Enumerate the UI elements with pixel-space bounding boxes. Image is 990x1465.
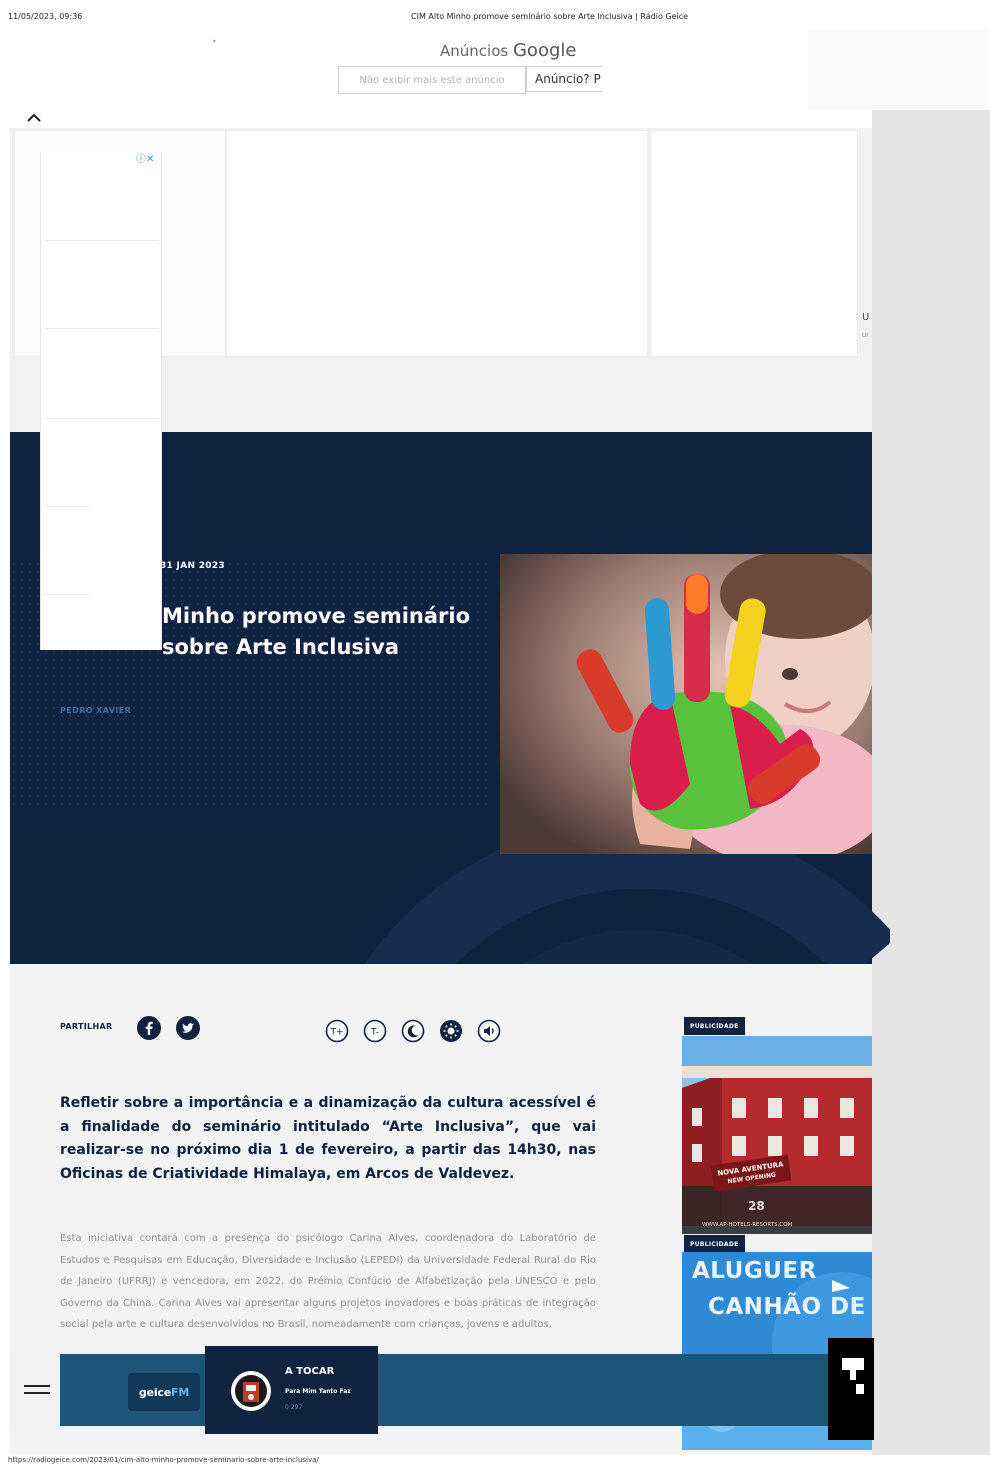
ad-side-subtext: Ur	[862, 332, 869, 339]
google-ads-label: Anúncios Google	[440, 40, 577, 61]
facebook-share-icon[interactable]	[137, 1016, 161, 1040]
album-art	[231, 1371, 271, 1411]
font-decrease-icon[interactable]: T-	[363, 1019, 387, 1043]
logo-fm: FM	[171, 1385, 190, 1399]
print-page-title: CIM Alto Minho promove seminário sobre A…	[411, 12, 689, 21]
article-author[interactable]: PEDRO XAVIER	[60, 706, 131, 715]
ad-why-button[interactable]: Anúncio? P	[526, 66, 602, 92]
article-date: 31 JAN 2023	[160, 561, 225, 571]
top-ad-side	[808, 30, 988, 110]
contrast-icon[interactable]	[439, 1019, 463, 1043]
article-body: Esta iniciativa contará com a presença d…	[60, 1233, 596, 1330]
track-time: 0:297	[285, 1404, 303, 1411]
aluguer-title: ALUGUER	[692, 1258, 817, 1284]
svg-text:28: 28	[748, 1199, 765, 1213]
print-url: https://radiogeice.com/2023/01/cim-alto-…	[8, 1456, 319, 1464]
track-title: Para Mim Tanto Faz	[285, 1388, 351, 1395]
aluguer-subtitle: CANHÃO DE N	[708, 1294, 872, 1320]
ad-marker: •	[212, 37, 217, 46]
ad-panel-right	[650, 130, 858, 357]
audio-read-icon[interactable]	[477, 1019, 501, 1043]
corner-logo-icon[interactable]	[828, 1338, 874, 1440]
hotel-ad[interactable]: NOVA AVENTURA NEW OPENING 28 WWW.AP-HOTE…	[682, 1036, 872, 1234]
publicidade-label-2: PUBLICIDADE	[684, 1235, 745, 1253]
font-increase-icon[interactable]: T+	[325, 1019, 349, 1043]
share-label: PARTILHAR	[60, 1022, 113, 1031]
ad-dismiss-button[interactable]: Não exibir mais este anúncio	[338, 66, 526, 94]
hotel-ad-image: NOVA AVENTURA NEW OPENING 28 WWW.AP-HOTE…	[682, 1036, 872, 1234]
article-lead: Refletir sobre a importância e a dinamiz…	[60, 1095, 596, 1182]
ad-panel-center	[226, 130, 648, 357]
svg-text:WWW.AP-HOTELS-RESORTS.COM: WWW.AP-HOTELS-RESORTS.COM	[702, 1222, 793, 1228]
ad-side-text: U	[862, 312, 870, 323]
dark-mode-icon[interactable]	[401, 1019, 425, 1043]
chevron-up-icon[interactable]	[22, 108, 46, 128]
logo-geice: geice	[138, 1385, 172, 1399]
svg-text:T-: T-	[370, 1028, 379, 1038]
publicidade-label: PUBLICIDADE	[684, 1017, 745, 1035]
now-playing-label: A TOCAR	[285, 1366, 335, 1377]
twitter-share-icon[interactable]	[176, 1016, 200, 1040]
article-photo	[500, 554, 872, 854]
geice-fm-logo[interactable]: geiceFM	[128, 1373, 200, 1411]
svg-text:T+: T+	[329, 1028, 343, 1038]
menu-icon[interactable]	[22, 1380, 52, 1400]
print-date: 11/05/2023, 09:36	[8, 12, 83, 21]
floating-ad-overlay	[40, 152, 162, 650]
adchoices-close-icon[interactable]: ⓘ✕	[136, 150, 154, 165]
